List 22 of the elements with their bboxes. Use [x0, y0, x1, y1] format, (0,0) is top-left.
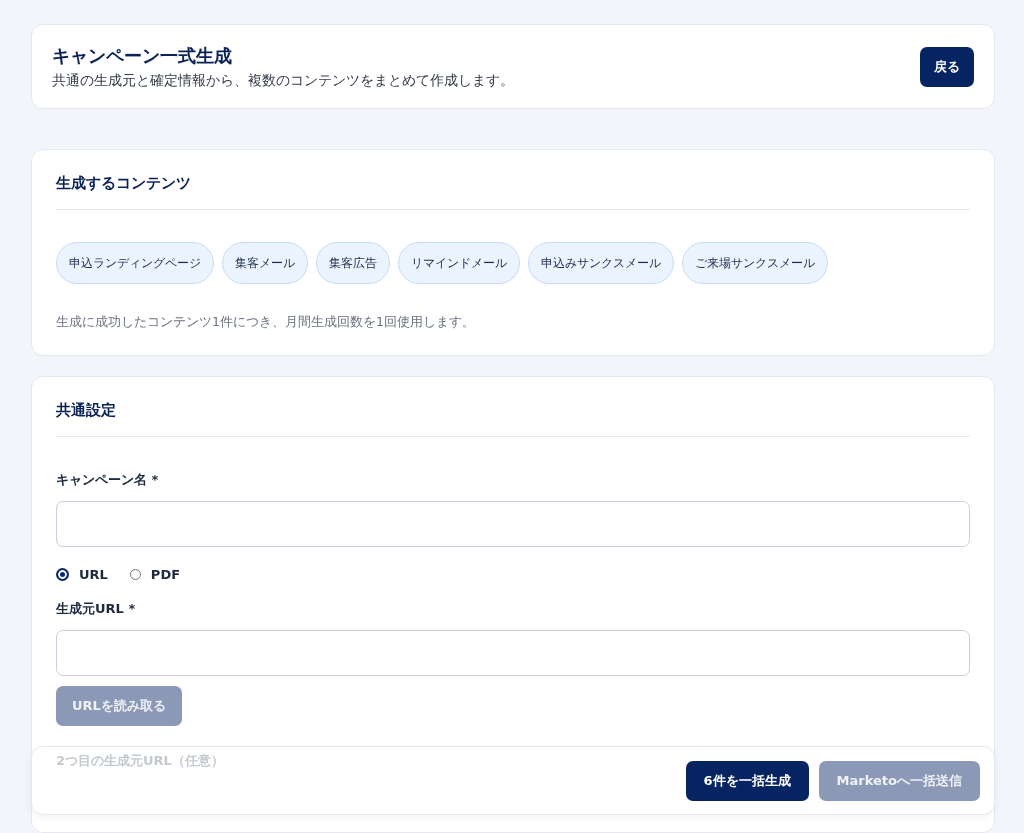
generate-button[interactable]: 6件を一括生成 — [685, 760, 809, 801]
page-subtitle: 共通の生成元と確定情報から、複数のコンテンツをまとめて作成します。 — [52, 71, 514, 90]
source-url-field[interactable] — [56, 630, 970, 676]
content-chip[interactable]: 集客メール — [222, 242, 308, 284]
section-title: 共通設定 — [56, 401, 970, 437]
radio-label: PDF — [150, 567, 181, 582]
radio-button[interactable] — [56, 568, 69, 581]
content-chip[interactable]: 申込みサンクスメール — [528, 242, 674, 284]
radio-button[interactable] — [129, 569, 141, 580]
field-label: 2つ目の生成元URL（任意） — [56, 752, 225, 770]
content-chip[interactable]: ご来場サンクスメール — [682, 242, 828, 284]
radio-label: URL — [79, 567, 108, 582]
section-title: 生成するコンテンツ — [56, 174, 970, 210]
content-chip[interactable]: リマインドメール — [398, 242, 520, 284]
page-title: キャンペーン一式生成 — [52, 43, 233, 68]
campaign-name-field[interactable] — [56, 501, 970, 547]
field-label: キャンペーン名 * — [56, 471, 160, 489]
back-button[interactable]: 戻る — [920, 46, 974, 87]
field-label: 生成元URL * — [56, 600, 137, 618]
content-chip[interactable]: 集客広告 — [316, 242, 390, 284]
content-chip[interactable]: 申込ランディングページ — [56, 242, 214, 284]
usage-note: 生成に成功したコンテンツ1件につき、月間生成回数を1回使用します。 — [56, 314, 476, 331]
